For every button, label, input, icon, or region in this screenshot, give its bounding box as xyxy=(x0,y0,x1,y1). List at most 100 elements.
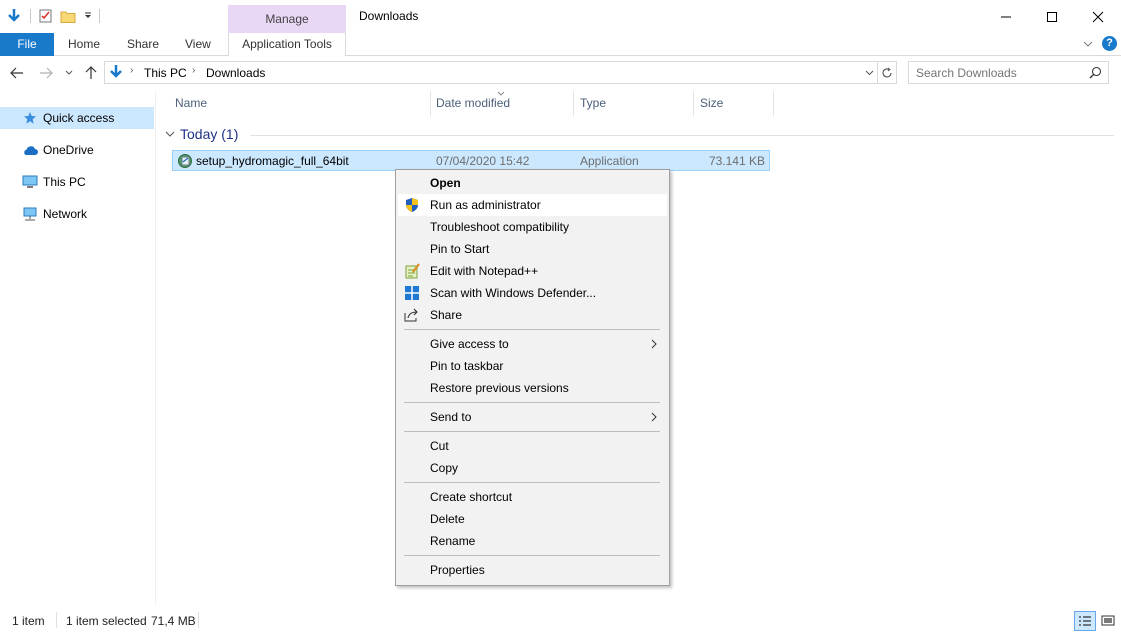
menu-item-label: Open xyxy=(430,176,461,190)
column-header-date-modified[interactable]: Date modified xyxy=(436,96,510,116)
address-bar[interactable]: › This PC › Downloads xyxy=(104,61,878,84)
menu-item-give-access-to[interactable]: Give access to xyxy=(398,333,667,355)
sidebar-item-this-pc[interactable]: This PC xyxy=(0,171,154,193)
address-history-dropdown[interactable] xyxy=(862,65,876,81)
sidebar-item-label: Quick access xyxy=(43,111,115,125)
column-divider[interactable] xyxy=(430,91,431,116)
menu-item-label: Run as administrator xyxy=(430,198,541,212)
downloads-arrow-icon xyxy=(6,8,22,24)
column-header-type[interactable]: Type xyxy=(580,96,606,116)
menu-item-label: Edit with Notepad++ xyxy=(430,264,539,278)
menu-item-label: Copy xyxy=(430,461,459,475)
menu-item-send-to[interactable]: Send to xyxy=(398,406,667,428)
menu-item-label: Give access to xyxy=(430,337,509,351)
details-view-button[interactable] xyxy=(1074,611,1096,631)
help-button[interactable]: ? xyxy=(1102,36,1117,51)
menu-item-cut[interactable]: Cut xyxy=(398,435,667,457)
search-icon[interactable] xyxy=(1089,66,1103,80)
close-button[interactable] xyxy=(1075,0,1121,33)
search-box[interactable] xyxy=(908,61,1109,84)
search-input[interactable] xyxy=(916,66,1086,80)
menu-item-label: Pin to Start xyxy=(430,242,490,256)
column-divider[interactable] xyxy=(693,91,694,116)
breadcrumb-separator[interactable]: › xyxy=(130,65,133,76)
uac-shield-icon xyxy=(404,197,420,213)
breadcrumb-downloads[interactable]: Downloads xyxy=(206,66,265,80)
column-header-name[interactable]: Name xyxy=(175,96,207,116)
forward-button[interactable] xyxy=(37,64,55,82)
menu-item-pin-to-taskbar[interactable]: Pin to taskbar xyxy=(398,355,667,377)
menu-item-run-as-administrator[interactable]: Run as administrator xyxy=(398,194,667,216)
ribbon-tab-bar xyxy=(0,33,1121,56)
status-item-count: 1 item xyxy=(12,614,45,628)
maximize-button[interactable] xyxy=(1029,0,1075,33)
qat-divider xyxy=(99,9,100,23)
tab-view[interactable]: View xyxy=(185,33,211,56)
menu-item-open[interactable]: Open xyxy=(398,172,667,194)
sidebar-item-onedrive[interactable]: OneDrive xyxy=(0,139,154,161)
status-divider xyxy=(56,612,57,628)
title-bar xyxy=(0,0,1121,33)
computer-icon xyxy=(22,174,38,190)
menu-item-create-shortcut[interactable]: Create shortcut xyxy=(398,486,667,508)
breadcrumb-this-pc[interactable]: This PC xyxy=(144,66,187,80)
group-divider xyxy=(250,135,1114,136)
file-type: Application xyxy=(580,154,639,168)
window-title: Downloads xyxy=(359,9,419,23)
customize-qat-icon[interactable] xyxy=(80,8,96,24)
close-icon xyxy=(1092,11,1104,22)
menu-item-label: Cut xyxy=(430,439,449,453)
submenu-arrow-icon xyxy=(651,406,657,428)
menu-item-label: Properties xyxy=(430,563,485,577)
column-divider[interactable] xyxy=(773,91,774,116)
group-header-today[interactable]: Today (1) xyxy=(165,126,238,142)
properties-icon[interactable] xyxy=(38,8,54,24)
manage-context-tab[interactable]: Manage xyxy=(228,5,346,33)
menu-item-share[interactable]: Share xyxy=(398,304,667,326)
expand-ribbon-button[interactable] xyxy=(1081,37,1095,51)
status-selected: 1 item selected xyxy=(66,614,147,628)
menu-item-scan-with-defender[interactable]: Scan with Windows Defender... xyxy=(398,282,667,304)
qat-divider xyxy=(30,9,31,23)
menu-item-pin-to-start[interactable]: Pin to Start xyxy=(398,238,667,260)
refresh-button[interactable] xyxy=(877,61,897,84)
cloud-icon xyxy=(22,142,38,158)
downloads-arrow-icon xyxy=(108,64,124,80)
menu-item-edit-with-notepad[interactable]: Edit with Notepad++ xyxy=(398,260,667,282)
menu-item-rename[interactable]: Rename xyxy=(398,530,667,552)
menu-item-label: Pin to taskbar xyxy=(430,359,504,373)
column-header-size[interactable]: Size xyxy=(700,96,723,116)
sidebar-item-quick-access[interactable]: Quick access xyxy=(0,107,154,129)
up-button[interactable] xyxy=(82,64,100,82)
sidebar-item-network[interactable]: Network xyxy=(0,203,154,225)
menu-item-properties[interactable]: Properties xyxy=(398,559,667,581)
menu-item-label: Delete xyxy=(430,512,465,526)
file-date-modified: 07/04/2020 15:42 xyxy=(436,154,530,168)
details-view-icon xyxy=(1079,616,1091,626)
column-divider[interactable] xyxy=(573,91,574,116)
breadcrumb-separator[interactable]: › xyxy=(192,65,195,76)
tab-file[interactable]: File xyxy=(0,33,54,56)
menu-item-troubleshoot-compatibility[interactable]: Troubleshoot compatibility xyxy=(398,216,667,238)
navigation-pane xyxy=(0,92,156,604)
new-folder-icon[interactable] xyxy=(60,8,76,24)
minimize-button[interactable] xyxy=(983,0,1029,33)
recent-locations-button[interactable] xyxy=(62,64,76,82)
menu-item-restore-previous-versions[interactable]: Restore previous versions xyxy=(398,377,667,399)
menu-item-delete[interactable]: Delete xyxy=(398,508,667,530)
file-row[interactable]: setup_hydromagic_full_64bit 07/04/2020 1… xyxy=(172,150,770,171)
large-icons-view-button[interactable] xyxy=(1098,611,1118,631)
refresh-icon xyxy=(881,67,892,78)
menu-item-copy[interactable]: Copy xyxy=(398,457,667,479)
back-button[interactable] xyxy=(8,64,26,82)
tab-share[interactable]: Share xyxy=(127,33,159,56)
tab-application-tools[interactable]: Application Tools xyxy=(228,33,346,56)
arrow-up-icon xyxy=(85,66,97,79)
menu-item-label: Rename xyxy=(430,534,476,548)
tab-home[interactable]: Home xyxy=(68,33,100,56)
sidebar-item-label: OneDrive xyxy=(43,143,94,157)
minimize-icon xyxy=(1001,16,1011,17)
menu-item-label: Create shortcut xyxy=(430,490,513,504)
arrow-right-icon xyxy=(40,67,53,79)
chevron-down-icon xyxy=(165,131,175,137)
